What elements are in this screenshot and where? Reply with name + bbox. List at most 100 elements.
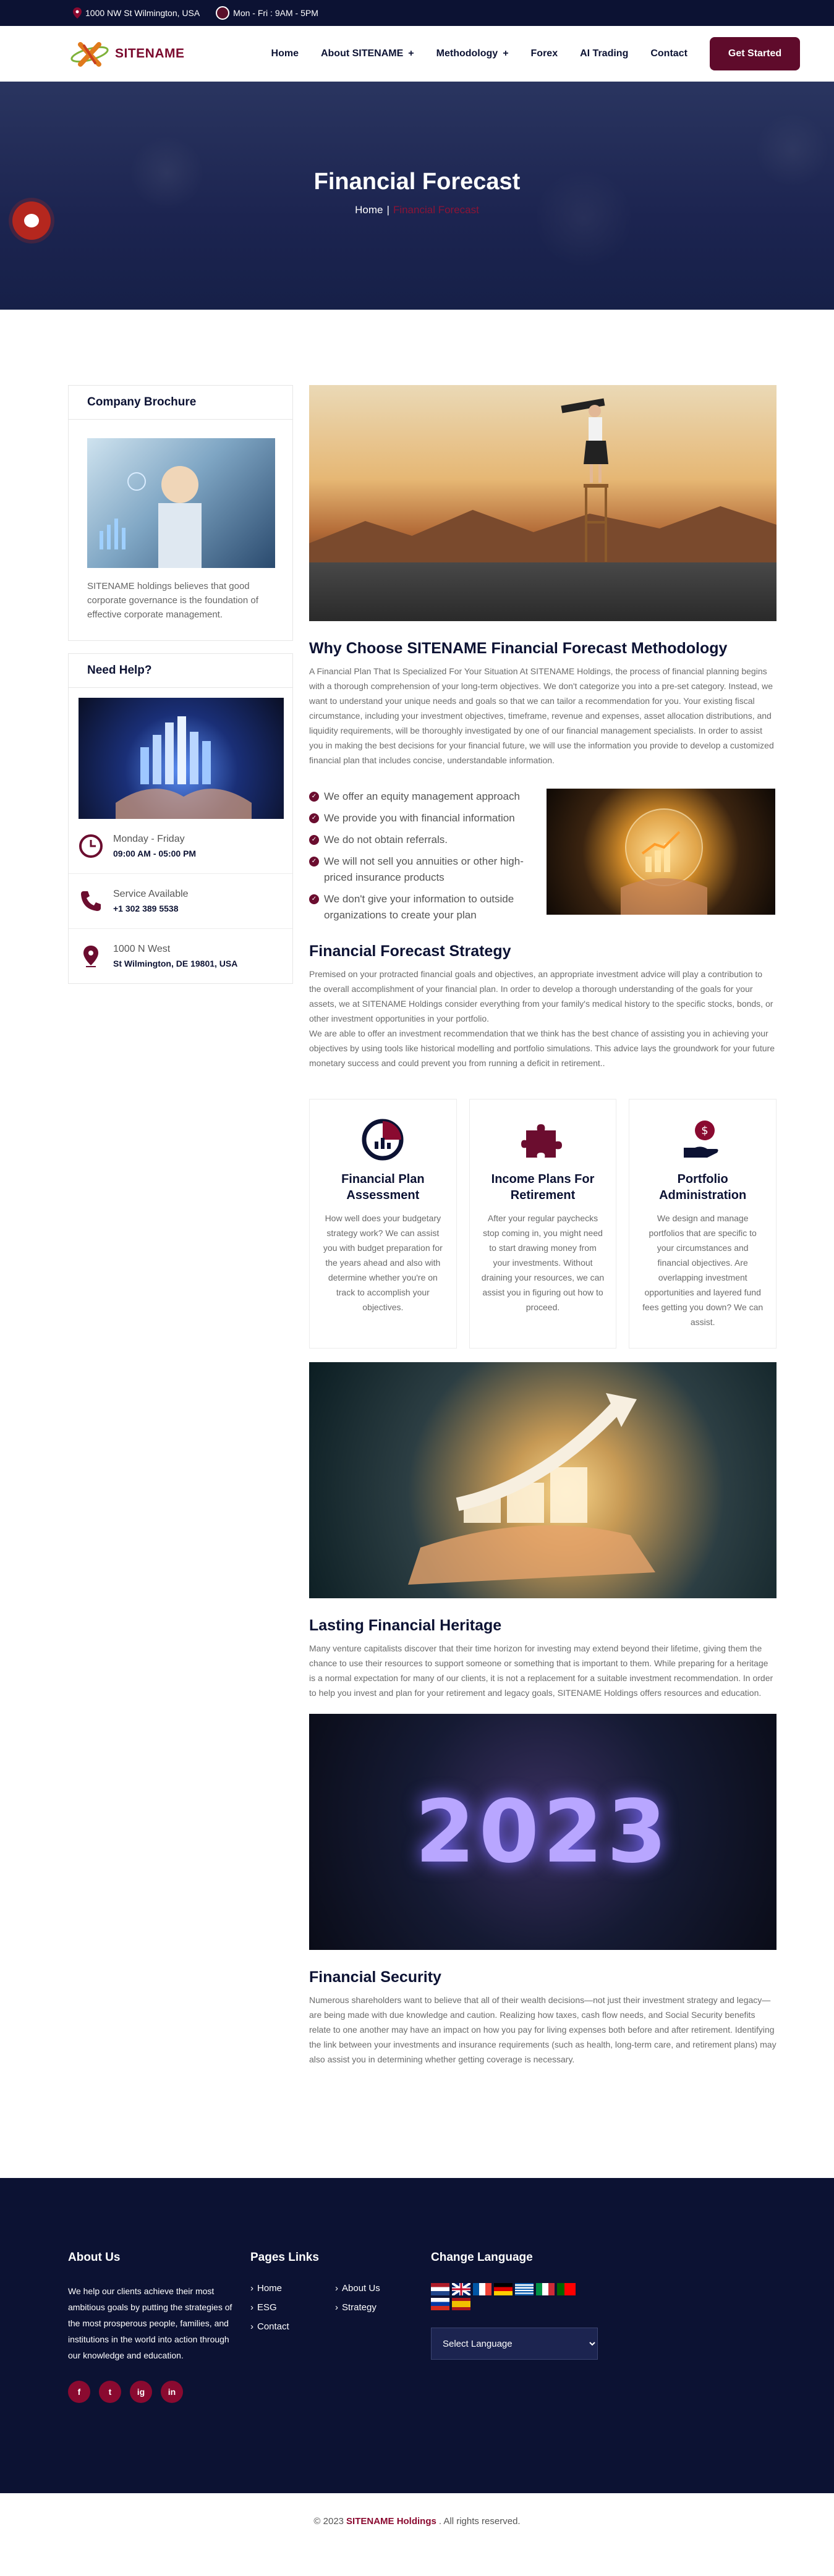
- facebook-icon[interactable]: f: [68, 2381, 90, 2403]
- flag-fr-icon[interactable]: [473, 2283, 491, 2295]
- help-phone-row: Service Available +1 302 389 5538: [69, 874, 292, 929]
- nav-item-about[interactable]: About SITENAME +: [321, 48, 414, 59]
- service-card: Income Plans For Retirement After your r…: [469, 1099, 617, 1349]
- flag-de-icon[interactable]: [494, 2283, 513, 2295]
- footer-about-text: We help our clients achieve their most a…: [68, 2286, 232, 2360]
- flag-nl-icon[interactable]: [431, 2283, 449, 2295]
- breadcrumb: Home | Financial Forecast: [355, 204, 479, 216]
- brochure-illustration: [100, 466, 202, 568]
- help-phone-label: Service Available: [113, 889, 189, 899]
- footer-link-strategy[interactable]: Strategy: [335, 2302, 420, 2313]
- list-item-text: We provide you with financial informatio…: [324, 812, 515, 824]
- help-illustration: [116, 716, 252, 819]
- flag-es-icon[interactable]: [452, 2298, 470, 2310]
- chat-widget-button[interactable]: [12, 201, 51, 240]
- footer-link-home[interactable]: Home: [250, 2283, 335, 2294]
- phone-icon: [81, 891, 101, 911]
- nav-item-contact[interactable]: Contact: [650, 48, 687, 59]
- copyright-brand[interactable]: SITENAME Holdings: [346, 2516, 436, 2527]
- list-item: ✓ We do not obtain referrals.: [309, 832, 534, 848]
- brochure-image[interactable]: [87, 438, 275, 568]
- help-address-label: 1000 N West: [113, 944, 171, 954]
- list-item-text: We do not obtain referrals.: [324, 834, 448, 845]
- footer-lang-title: Change Language: [431, 2251, 533, 2264]
- help-phone-value[interactable]: +1 302 389 5538: [113, 904, 189, 913]
- get-started-button[interactable]: Get Started: [709, 37, 801, 70]
- nav-item-ai-trading[interactable]: AI Trading: [580, 48, 628, 59]
- flag-gr-icon[interactable]: [515, 2283, 534, 2295]
- footer-about-title: About Us: [68, 2251, 121, 2264]
- address-info: 1000 NW St Wilmington, USA: [73, 7, 200, 19]
- nav-item-home[interactable]: Home: [271, 48, 299, 59]
- site-logo[interactable]: SITENAME: [68, 40, 185, 68]
- breadcrumb-separator: |: [386, 204, 389, 216]
- security-title: Financial Security: [309, 1968, 441, 1986]
- help-image: [79, 698, 284, 819]
- girl-telescope-illustration: [561, 398, 608, 562]
- flag-uk-icon[interactable]: [451, 2282, 472, 2297]
- telescope-image: [309, 385, 777, 621]
- list-item-text: We will not sell you annuities or other …: [324, 855, 524, 883]
- nav-item-methodology[interactable]: Methodology +: [436, 48, 509, 59]
- expand-plus-icon: +: [408, 48, 414, 59]
- crystal-ball-illustration: [621, 808, 707, 915]
- service-text: We design and manage portfolios that are…: [642, 1213, 764, 1327]
- help-hours-value: 09:00 AM - 05:00 PM: [113, 849, 197, 858]
- heritage-text: Many venture capitalists discover that t…: [309, 1643, 773, 1698]
- language-select[interactable]: Select Language: [431, 2328, 598, 2360]
- security-text: Numerous shareholders want to believe th…: [309, 1995, 777, 2064]
- linkedin-icon[interactable]: in: [161, 2381, 183, 2403]
- nav-menu: Home About SITENAME + Methodology + Forex …: [271, 48, 710, 59]
- brochure-title: Company Brochure: [69, 386, 292, 420]
- nav-item-label: AI Trading: [580, 48, 629, 59]
- footer-language: Change Language Select Language: [431, 2251, 616, 2403]
- help-address-row: 1000 N West St Wilmington, DE 19801, USA: [69, 929, 292, 983]
- list-item: ✓ We offer an equity management approach: [309, 789, 534, 805]
- check-icon: ✓: [309, 894, 319, 904]
- flag-pt-icon[interactable]: [557, 2283, 576, 2295]
- year-text: 2023: [415, 1781, 671, 1883]
- help-hours-label: Monday - Friday: [113, 834, 185, 844]
- crystal-ball-image: [547, 789, 775, 915]
- copyright-bar: © 2023 SITENAME Holdings . All rights re…: [0, 2493, 834, 2549]
- main-navigation: SITENAME Home About SITENAME + Methodolog…: [0, 26, 834, 82]
- pie-chart-icon: [360, 1117, 406, 1163]
- nav-item-label: About SITENAME: [320, 48, 404, 59]
- help-title: Need Help?: [69, 654, 292, 688]
- logo-text: SITENAME: [115, 46, 185, 61]
- strategy-title: Financial Forecast Strategy: [309, 943, 511, 960]
- nav-item-label: Home: [271, 48, 299, 59]
- list-item: ✓ We will not sell you annuities or other…: [309, 854, 534, 886]
- footer-link-esg[interactable]: ESG: [250, 2302, 335, 2313]
- social-links: f t ig in: [68, 2381, 250, 2403]
- flag-ru-icon[interactable]: [431, 2298, 449, 2310]
- footer-pages-title: Pages Links: [250, 2251, 319, 2264]
- article-content: Why Choose SITENAME Financial Forecast M…: [309, 385, 777, 2067]
- copyright-suffix: . All rights reserved.: [438, 2515, 521, 2527]
- nav-item-label: Contact: [650, 48, 687, 59]
- service-title: Income Plans For Retirement: [491, 1172, 595, 1202]
- location-pin-icon: [73, 7, 82, 19]
- breadcrumb-current: Financial Forecast: [393, 204, 479, 216]
- features-row: ✓ We offer an equity management approach …: [309, 789, 777, 929]
- puzzle-icon: [520, 1117, 566, 1163]
- service-title: Portfolio Administration: [659, 1172, 747, 1202]
- logo-mark-icon: [70, 42, 109, 67]
- brochure-card: Company Brochure SITENAME holdings belie…: [68, 385, 293, 641]
- top-info-bar: 1000 NW St Wilmington, USA Mon - Fri : 9…: [0, 0, 834, 26]
- clock-icon: [79, 834, 103, 858]
- nav-item-label: Forex: [530, 48, 558, 59]
- nav-item-forex[interactable]: Forex: [531, 48, 558, 59]
- flag-it-icon[interactable]: [536, 2283, 555, 2295]
- heritage-title: Lasting Financial Heritage: [309, 1617, 502, 1634]
- twitter-icon[interactable]: t: [99, 2381, 121, 2403]
- check-icon: ✓: [309, 857, 319, 866]
- instagram-icon[interactable]: ig: [130, 2381, 152, 2403]
- footer-link-contact[interactable]: Contact: [250, 2321, 335, 2332]
- strategy-text-2: We are able to offer an investment recom…: [309, 1028, 775, 1068]
- service-text: After your regular paychecks stop coming…: [481, 1213, 605, 1312]
- footer-link-about[interactable]: About Us: [335, 2283, 420, 2294]
- clock-icon: [216, 6, 230, 20]
- breadcrumb-home[interactable]: Home: [355, 204, 383, 216]
- svg-text:$: $: [701, 1124, 708, 1137]
